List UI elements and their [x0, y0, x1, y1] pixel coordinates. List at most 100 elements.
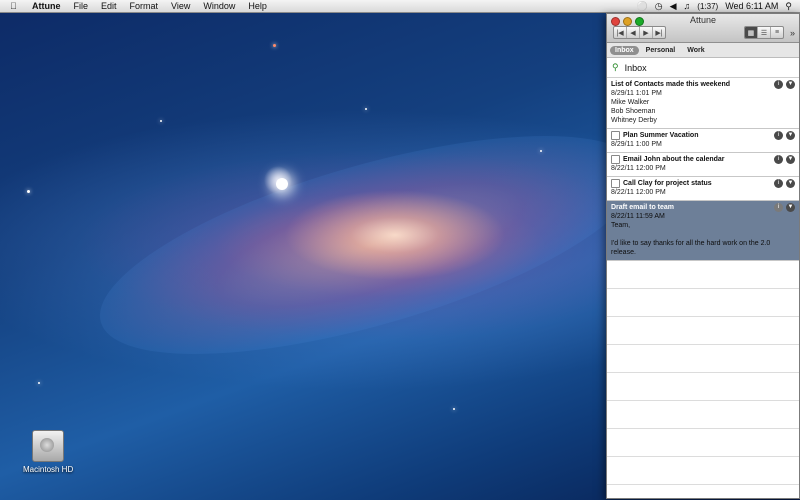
list-item[interactable]: List of Contacts made this weekend 8/29/… [607, 78, 799, 129]
note-title: Email John about the calendar [623, 156, 725, 163]
empty-row [607, 429, 799, 457]
info-icon[interactable]: i [774, 203, 783, 212]
skip-forward-icon[interactable]: ▶| [653, 27, 665, 38]
timer-icon[interactable]: ◷ [655, 1, 663, 12]
list-item[interactable]: Plan Summer Vacation 8/29/11 1:00 PM i ▼ [607, 129, 799, 153]
note-title: Plan Summer Vacation [623, 132, 699, 139]
note-title-row: Call Clay for project status [611, 179, 795, 188]
search-icon[interactable]: ⚲ [612, 62, 619, 73]
note-body-line: I'd like to say thanks for all the hard … [611, 240, 771, 256]
attune-window: Attune |◀ ◀ ▶ ▶| ▦ ☰ ≡ » Inbox Personal … [606, 13, 800, 499]
note-actions: i ▼ [774, 155, 795, 164]
note-actions: i ▼ [774, 131, 795, 140]
skip-back-icon[interactable]: |◀ [614, 27, 627, 38]
task-checkbox[interactable] [611, 179, 620, 188]
wifi-icon[interactable]: ◀ [670, 1, 677, 12]
previous-icon[interactable]: ◀ [627, 27, 640, 38]
note-body-line: Mike Walker [611, 99, 650, 106]
note-title: List of Contacts made this weekend [611, 81, 731, 88]
list-item-selected[interactable]: Draft email to team 8/22/11 11:59 AM Tea… [607, 201, 799, 261]
note-date: 8/22/11 12:00 PM [611, 165, 666, 172]
chevron-down-icon[interactable]: ▼ [786, 179, 795, 188]
tab-inbox[interactable]: Inbox [610, 45, 639, 55]
note-date: 8/22/11 11:59 AM [611, 213, 665, 220]
note-date: 8/22/11 12:00 PM [611, 189, 666, 196]
battery-indicator[interactable]: (1:37) [697, 2, 718, 11]
list-item[interactable]: Call Clay for project status 8/22/11 12:… [607, 177, 799, 201]
next-icon[interactable]: ▶ [640, 27, 653, 38]
tab-work[interactable]: Work [682, 46, 709, 55]
menu-help[interactable]: Help [248, 1, 267, 11]
view-mode-controls: ▦ ☰ ≡ [743, 26, 784, 39]
chevron-down-icon[interactable]: ▼ [786, 155, 795, 164]
empty-row [607, 373, 799, 401]
view-grid-icon[interactable]: ▦ [744, 27, 758, 38]
info-icon[interactable]: i [774, 80, 783, 89]
sync-icon[interactable]: ⚪ [637, 1, 648, 12]
volume-icon[interactable]: ♫ [684, 1, 691, 11]
toolbar-overflow-icon[interactable]: » [790, 28, 795, 38]
note-body-line [611, 230, 795, 239]
star [38, 382, 40, 384]
desktop-drive-icon[interactable]: Macintosh HD [23, 430, 73, 474]
menu-edit[interactable]: Edit [101, 1, 117, 11]
menu-file[interactable]: File [74, 1, 89, 11]
search-icon[interactable]: ⚲ [785, 1, 792, 12]
menu-app-name[interactable]: Attune [32, 1, 61, 11]
playback-controls: |◀ ◀ ▶ ▶| [613, 26, 666, 39]
list-header: ⚲ Inbox [607, 58, 799, 78]
star [27, 190, 30, 193]
note-actions: i ▼ [774, 179, 795, 188]
empty-row [607, 289, 799, 317]
empty-row [607, 401, 799, 429]
empty-row [607, 345, 799, 373]
tab-bar: Inbox Personal Work [607, 43, 799, 58]
list-item[interactable]: Email John about the calendar 8/22/11 12… [607, 153, 799, 177]
chevron-down-icon[interactable]: ▼ [786, 203, 795, 212]
toolbar: |◀ ◀ ▶ ▶| ▦ ☰ ≡ » [613, 26, 795, 39]
task-checkbox[interactable] [611, 155, 620, 164]
note-body-line: Bob Shoeman [611, 108, 656, 115]
chevron-down-icon[interactable]: ▼ [786, 131, 795, 140]
view-detail-icon[interactable]: ☰ [758, 27, 771, 38]
menu-window[interactable]: Window [203, 1, 235, 11]
tab-personal[interactable]: Personal [641, 46, 681, 55]
menu-format[interactable]: Format [130, 1, 159, 11]
star [273, 44, 276, 47]
star [365, 108, 367, 110]
star [276, 178, 288, 190]
task-checkbox[interactable] [611, 131, 620, 140]
info-icon[interactable]: i [774, 155, 783, 164]
info-icon[interactable]: i [774, 131, 783, 140]
status-area: ⚪ ◷ ◀ ♫ (1:37) Wed 6:11 AM ⚲ [637, 1, 800, 12]
galaxy-band [78, 90, 662, 400]
note-date: 8/29/11 1:00 PM [611, 141, 662, 148]
chevron-down-icon[interactable]: ▼ [786, 80, 795, 89]
star [540, 150, 542, 152]
star [453, 408, 455, 410]
menu-view[interactable]: View [171, 1, 190, 11]
drive-label: Macintosh HD [23, 465, 74, 474]
note-title: Call Clay for project status [623, 180, 712, 187]
note-body-line: Whitney Derby [611, 117, 657, 124]
hard-drive-icon [32, 430, 64, 462]
empty-row [607, 457, 799, 485]
empty-row [607, 261, 799, 289]
note-body-line: Team, [611, 222, 631, 229]
info-icon[interactable]: i [774, 179, 783, 188]
window-title: Attune [689, 15, 717, 25]
clock[interactable]: Wed 6:11 AM [725, 1, 778, 11]
title-bar[interactable]: Attune |◀ ◀ ▶ ▶| ▦ ☰ ≡ » [607, 14, 799, 43]
note-actions: i ▼ [774, 203, 795, 212]
note-title: Draft email to team [611, 204, 675, 211]
empty-row [607, 317, 799, 345]
note-date: 8/29/11 1:01 PM [611, 90, 662, 97]
view-list-icon[interactable]: ≡ [771, 27, 783, 38]
note-title-row: Email John about the calendar [611, 155, 795, 164]
menu-bar:  Attune File Edit Format View Window He… [0, 0, 800, 13]
apple-icon[interactable]:  [10, 1, 22, 11]
list-header-title: Inbox [624, 62, 647, 73]
note-actions: i ▼ [774, 80, 795, 89]
star [160, 120, 162, 122]
note-title-row: Plan Summer Vacation [611, 131, 795, 140]
